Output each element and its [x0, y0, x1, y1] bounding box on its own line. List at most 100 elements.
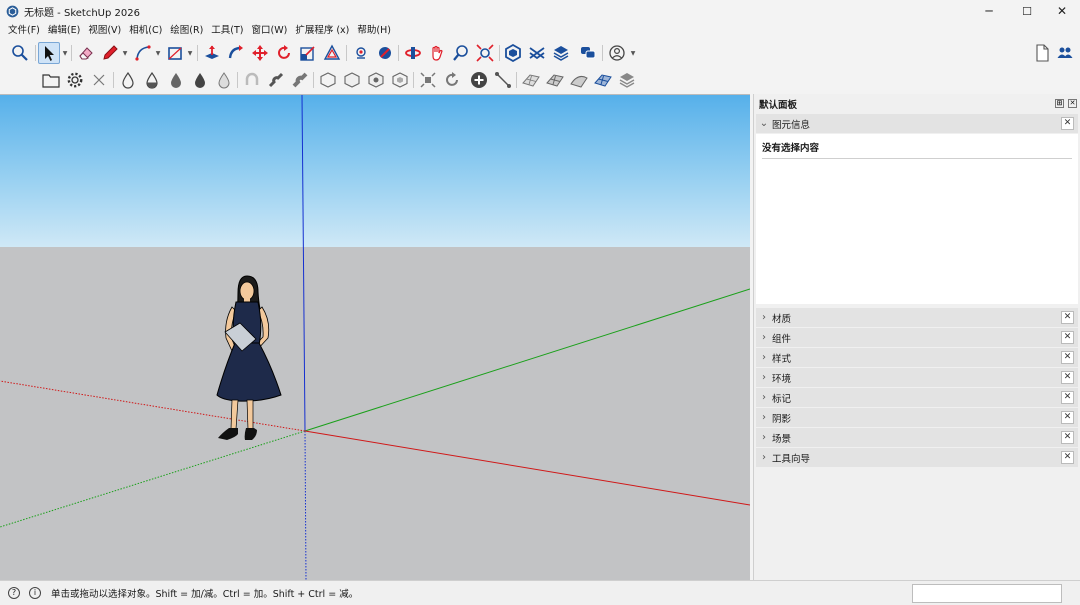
panel-close-icon[interactable]: ✕	[1061, 371, 1074, 384]
panel-close-icon[interactable]: ✕	[1061, 451, 1074, 464]
panel-instructor[interactable]: › 工具向导 ✕	[756, 448, 1078, 467]
offset-button[interactable]	[321, 42, 343, 64]
menu-extensions[interactable]: 扩展程序 (x)	[291, 22, 353, 40]
menu-tools[interactable]: 工具(T)	[207, 22, 247, 40]
reload-button[interactable]	[441, 69, 463, 91]
account-button[interactable]	[606, 42, 628, 64]
position-camera-button[interactable]	[374, 42, 396, 64]
select-button[interactable]	[38, 42, 60, 64]
sandbox-stamp-icon	[594, 74, 612, 87]
sketchup-logo-icon	[6, 5, 19, 17]
sandbox-contours-button[interactable]	[520, 69, 542, 91]
panel-close-icon[interactable]: ✕	[1061, 391, 1074, 404]
folder-button[interactable]	[40, 69, 62, 91]
gear-button[interactable]	[64, 69, 86, 91]
close-button[interactable]: ✕	[1043, 0, 1080, 22]
panel-close-icon[interactable]: ✕	[1061, 331, 1074, 344]
panel-entity-info-header[interactable]: ⌄ 图元信息 ✕	[756, 114, 1078, 133]
pan-icon	[432, 45, 443, 61]
geolocation-icon[interactable]: ?	[8, 587, 20, 599]
drop-hatch-button[interactable]	[213, 69, 235, 91]
panel-tags[interactable]: › 标记 ✕	[756, 388, 1078, 407]
drop-solid-button[interactable]	[189, 69, 211, 91]
sandbox-stamp-button[interactable]	[592, 69, 614, 91]
extension-warehouse-icon	[529, 47, 545, 60]
menu-draw[interactable]: 绘图(R)	[166, 22, 207, 40]
gear-icon	[67, 72, 83, 88]
follow-me-button[interactable]	[225, 42, 247, 64]
sandbox-layers-button[interactable]	[616, 69, 638, 91]
model-viewport[interactable]	[0, 94, 750, 580]
chat-button[interactable]	[577, 42, 599, 64]
drop-fill-button[interactable]	[165, 69, 187, 91]
maximize-button[interactable]: ☐	[1008, 0, 1046, 22]
solid-subtract-button[interactable]	[341, 69, 363, 91]
toolbar-main: ▼ ▼ ▼ ▼ ▼	[0, 40, 1080, 66]
panel-scenes[interactable]: › 场景 ✕	[756, 428, 1078, 447]
menu-file[interactable]: 文件(F)	[4, 22, 44, 40]
scale-button[interactable]	[297, 42, 319, 64]
magnet-button[interactable]	[265, 69, 287, 91]
measurements-box[interactable]	[912, 584, 1062, 603]
panel-styles[interactable]: › 样式 ✕	[756, 348, 1078, 367]
warehouse-button[interactable]	[502, 42, 524, 64]
offset-icon	[323, 44, 341, 60]
zoom-button[interactable]	[9, 42, 31, 64]
tray-close-icon[interactable]: ✕	[1068, 99, 1077, 108]
warehouse-icon	[505, 44, 521, 62]
menu-view[interactable]: 视图(V)	[84, 22, 125, 40]
drop-outline-button[interactable]	[117, 69, 139, 91]
push-pull-button[interactable]	[201, 42, 223, 64]
collaborators-button[interactable]	[1054, 42, 1076, 64]
menu-help[interactable]: 帮助(H)	[353, 22, 395, 40]
zoom-window-button[interactable]	[450, 42, 472, 64]
add-button[interactable]	[468, 69, 490, 91]
line-button[interactable]	[492, 69, 514, 91]
rotate-button[interactable]	[273, 42, 295, 64]
pin-icon[interactable]: ⊞	[1055, 99, 1064, 108]
menu-window[interactable]: 窗口(W)	[248, 22, 292, 40]
extension-warehouse-button[interactable]	[526, 42, 548, 64]
zoom-extents-button[interactable]	[474, 42, 496, 64]
panel-close-icon[interactable]: ✕	[1061, 351, 1074, 364]
magnet-solid-button[interactable]	[289, 69, 311, 91]
info-icon[interactable]: i	[29, 587, 41, 599]
layers-button[interactable]	[550, 42, 572, 64]
magnet-outline-button[interactable]	[241, 69, 263, 91]
rectangle-dropdown[interactable]: ▼	[186, 42, 194, 64]
move-button[interactable]	[249, 42, 271, 64]
explode-button[interactable]	[417, 69, 439, 91]
arc-button[interactable]	[132, 42, 154, 64]
sandbox-scratch-button[interactable]	[544, 69, 566, 91]
orbit-button[interactable]	[402, 42, 424, 64]
panel-environment[interactable]: › 环境 ✕	[756, 368, 1078, 387]
account-dropdown[interactable]: ▼	[629, 42, 637, 64]
walk-button[interactable]	[350, 42, 372, 64]
panel-components[interactable]: › 组件 ✕	[756, 328, 1078, 347]
pencil-dropdown[interactable]: ▼	[121, 42, 129, 64]
panel-close-icon[interactable]: ✕	[1061, 117, 1074, 130]
panel-close-icon[interactable]: ✕	[1061, 311, 1074, 324]
eraser-button[interactable]	[75, 42, 97, 64]
menu-camera[interactable]: 相机(C)	[125, 22, 166, 40]
minimize-button[interactable]: ─	[970, 0, 1008, 22]
pencil-button[interactable]	[99, 42, 121, 64]
solid-trim-button[interactable]	[389, 69, 411, 91]
solid-intersect-button[interactable]	[365, 69, 387, 91]
panel-close-icon[interactable]: ✕	[1061, 411, 1074, 424]
new-document-button[interactable]	[1031, 42, 1053, 64]
solid-union-button[interactable]	[317, 69, 339, 91]
scale-figure[interactable]	[216, 275, 282, 440]
sandbox-smoove-button[interactable]	[568, 69, 590, 91]
panel-shadows[interactable]: › 阴影 ✕	[756, 408, 1078, 427]
separator	[113, 72, 114, 88]
pan-button[interactable]	[426, 42, 448, 64]
panel-materials[interactable]: › 材质 ✕	[756, 308, 1078, 327]
menu-edit[interactable]: 编辑(E)	[44, 22, 84, 40]
panel-close-icon[interactable]: ✕	[1061, 431, 1074, 444]
x-button[interactable]	[88, 69, 110, 91]
drop-half-button[interactable]	[141, 69, 163, 91]
select-dropdown[interactable]: ▼	[61, 42, 69, 64]
rectangle-button[interactable]	[164, 42, 186, 64]
arc-dropdown[interactable]: ▼	[154, 42, 162, 64]
